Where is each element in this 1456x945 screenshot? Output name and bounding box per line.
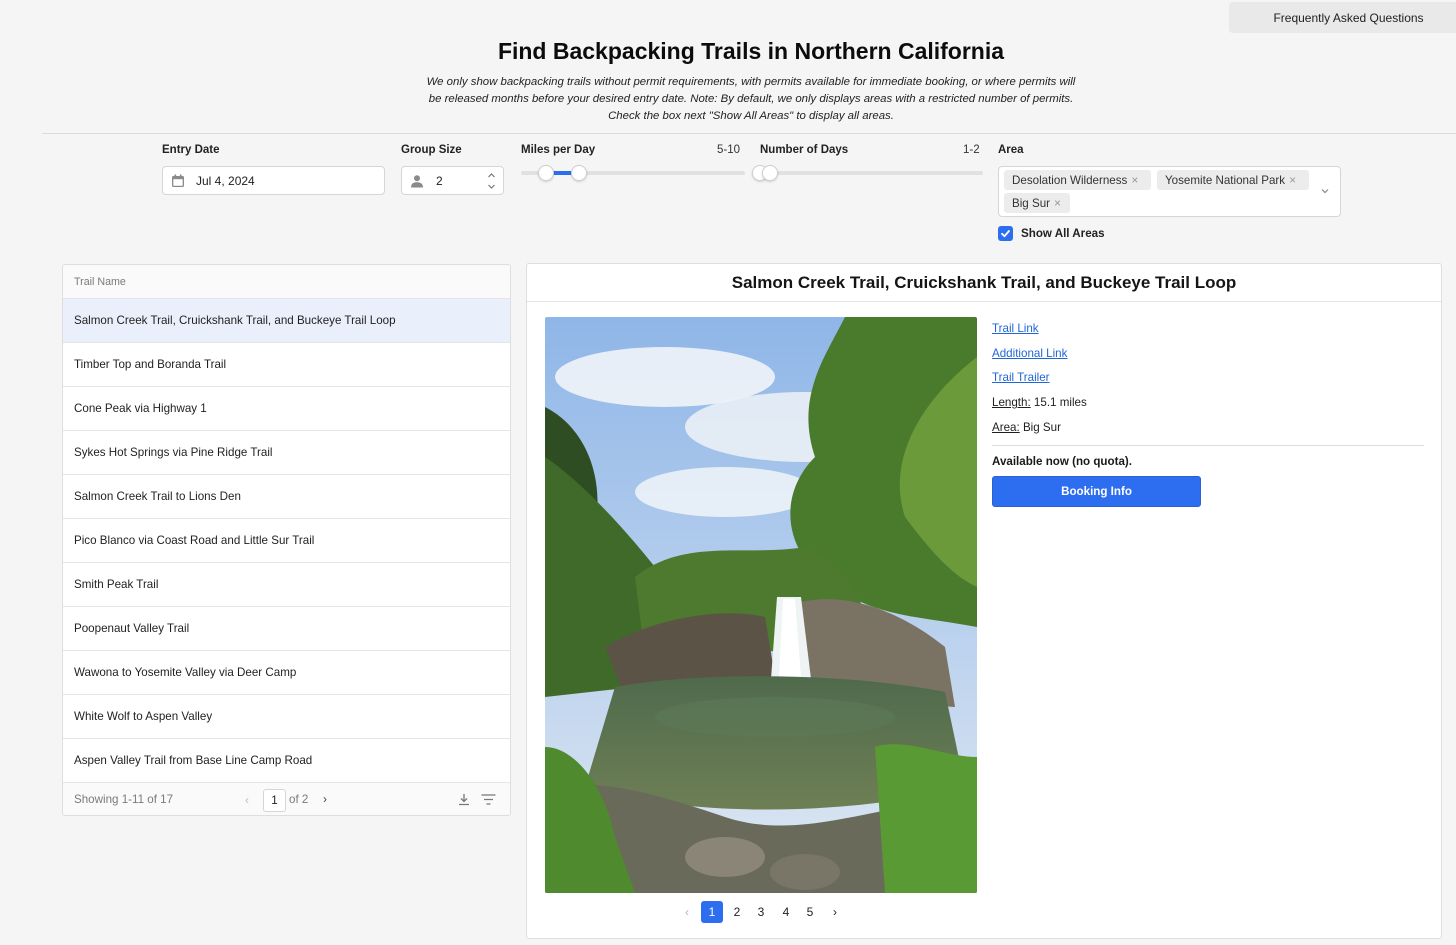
- number-of-days-label: Number of Days: [760, 144, 849, 156]
- number-of-days-range: 1-2: [963, 144, 980, 156]
- show-all-areas-label[interactable]: Show All Areas: [1021, 227, 1105, 240]
- calendar-icon: [171, 174, 185, 188]
- header-divider: [42, 133, 1456, 134]
- trail-trailer-link[interactable]: Trail Trailer: [992, 371, 1050, 384]
- table-row[interactable]: Cone Peak via Highway 1: [63, 387, 510, 431]
- trail-name-cell: Smith Peak Trail: [74, 578, 159, 591]
- trail-link[interactable]: Trail Link: [992, 322, 1039, 335]
- remove-chip-icon[interactable]: ×: [1054, 196, 1061, 210]
- trail-name-cell: Timber Top and Boranda Trail: [74, 358, 227, 371]
- availability-status: Available now (no quota).: [992, 455, 1132, 468]
- trail-name-cell: Salmon Creek Trail, Cruickshank Trail, a…: [74, 314, 396, 327]
- trail-name-cell: Poopenaut Valley Trail: [74, 622, 190, 635]
- table-row[interactable]: Poopenaut Valley Trail: [63, 607, 510, 651]
- page-subtitle: We only show backpacking trails without …: [390, 74, 1112, 125]
- page-number-input[interactable]: 1: [263, 789, 286, 812]
- length-value: 15.1 miles: [1033, 396, 1087, 409]
- trail-name-cell: Cone Peak via Highway 1: [74, 402, 207, 415]
- additional-link[interactable]: Additional Link: [992, 347, 1067, 360]
- table-row[interactable]: White Wolf to Aspen Valley: [63, 695, 510, 739]
- stepper-arrows-icon[interactable]: [487, 170, 496, 192]
- trail-name-cell: Sykes Hot Springs via Pine Ridge Trail: [74, 446, 273, 459]
- entry-date-value: Jul 4, 2024: [196, 173, 255, 188]
- entry-date-label: Entry Date: [162, 144, 220, 156]
- area-multiselect[interactable]: Desolation Wilderness × Yosemite Nationa…: [998, 166, 1341, 217]
- length-label: Length:: [992, 396, 1031, 409]
- photo-page-3[interactable]: 3: [750, 901, 772, 923]
- table-row[interactable]: Sykes Hot Springs via Pine Ridge Trail: [63, 431, 510, 475]
- photo-page-5[interactable]: 5: [799, 901, 821, 923]
- area-chip: Yosemite National Park ×: [1157, 170, 1309, 190]
- table-footer: Showing 1-11 of 17 ‹ 1 of 2 ›: [63, 783, 510, 815]
- miles-slider-min-handle[interactable]: [538, 165, 554, 181]
- subtitle-line: We only show backpacking trails without …: [426, 76, 1076, 88]
- trail-name-cell: White Wolf to Aspen Valley: [74, 710, 213, 723]
- photo-page-4[interactable]: 4: [775, 901, 797, 923]
- remove-chip-icon[interactable]: ×: [1289, 173, 1296, 187]
- booking-info-button[interactable]: Booking Info: [992, 476, 1201, 507]
- days-slider-track[interactable]: [760, 171, 983, 175]
- area-value: Big Sur: [1022, 421, 1061, 434]
- group-size-label: Group Size: [401, 144, 462, 156]
- area-chip-label: Big Sur: [1012, 196, 1051, 210]
- area-row: Area: Big Sur: [992, 421, 1061, 434]
- miles-per-day-range: 5-10: [717, 144, 741, 156]
- checkmark-icon: [1001, 230, 1010, 238]
- trail-name-cell: Salmon Creek Trail to Lions Den: [74, 490, 241, 503]
- length-row: Length: 15.1 miles: [992, 396, 1087, 409]
- table-row[interactable]: Wawona to Yosemite Valley via Deer Camp: [63, 651, 510, 695]
- area-chip: Desolation Wilderness ×: [1004, 170, 1151, 190]
- miles-slider-max-handle[interactable]: [571, 165, 587, 181]
- trail-photo: [545, 317, 977, 893]
- area-label: Area: [998, 144, 1024, 156]
- table-row[interactable]: Salmon Creek Trail to Lions Den: [63, 475, 510, 519]
- table-row[interactable]: Salmon Creek Trail, Cruickshank Trail, a…: [63, 299, 510, 343]
- filter-icon[interactable]: [481, 794, 496, 805]
- photo-page-2[interactable]: 2: [726, 901, 748, 923]
- entry-date-input[interactable]: Jul 4, 2024: [162, 166, 385, 195]
- subtitle-line: be released months before your desired e…: [428, 93, 1074, 105]
- chevron-right-icon[interactable]: ›: [824, 901, 846, 923]
- chevron-down-icon[interactable]: [1320, 185, 1330, 195]
- faq-button[interactable]: Frequently Asked Questions: [1229, 2, 1456, 33]
- group-size-stepper[interactable]: 2: [401, 166, 504, 195]
- showing-count: Showing 1-11 of 17: [74, 793, 174, 806]
- trail-name-cell: Aspen Valley Trail from Base Line Camp R…: [74, 754, 313, 767]
- download-icon[interactable]: [458, 793, 470, 806]
- days-slider-max-handle[interactable]: [762, 165, 778, 181]
- area-field-label: Area:: [992, 421, 1020, 434]
- trail-name-column-header[interactable]: Trail Name: [63, 265, 510, 299]
- chevron-left-icon[interactable]: ‹: [676, 901, 698, 923]
- table-row[interactable]: Timber Top and Boranda Trail: [63, 343, 510, 387]
- subtitle-line: Check the box next "Show All Areas" to d…: [608, 110, 894, 122]
- table-row[interactable]: Pico Blanco via Coast Road and Little Su…: [63, 519, 510, 563]
- page-title: Find Backpacking Trails in Northern Cali…: [497, 38, 1005, 64]
- area-chip: Big Sur ×: [1004, 193, 1070, 213]
- trail-table: Trail Name Salmon Creek Trail, Cruicksha…: [62, 264, 511, 816]
- chevron-right-icon[interactable]: ›: [323, 792, 327, 806]
- table-row[interactable]: Aspen Valley Trail from Base Line Camp R…: [63, 739, 510, 783]
- area-chip-label: Yosemite National Park: [1165, 173, 1286, 187]
- user-icon: [410, 174, 424, 188]
- group-size-value: 2: [436, 173, 443, 188]
- trail-detail-title: Salmon Creek Trail, Cruickshank Trail, a…: [527, 264, 1441, 302]
- page-total: of 2: [289, 793, 309, 806]
- remove-chip-icon[interactable]: ×: [1131, 173, 1138, 187]
- trail-detail-card: Salmon Creek Trail, Cruickshank Trail, a…: [526, 263, 1442, 939]
- chevron-left-icon[interactable]: ‹: [245, 793, 249, 807]
- area-chip-label: Desolation Wilderness: [1012, 173, 1128, 187]
- table-row[interactable]: Smith Peak Trail: [63, 563, 510, 607]
- photo-page-1[interactable]: 1: [701, 901, 723, 923]
- info-divider: [992, 445, 1424, 446]
- trail-name-cell: Pico Blanco via Coast Road and Little Su…: [74, 534, 315, 547]
- trail-name-cell: Wawona to Yosemite Valley via Deer Camp: [74, 666, 297, 679]
- show-all-areas-checkbox[interactable]: [998, 226, 1013, 241]
- miles-per-day-label: Miles per Day: [521, 144, 596, 156]
